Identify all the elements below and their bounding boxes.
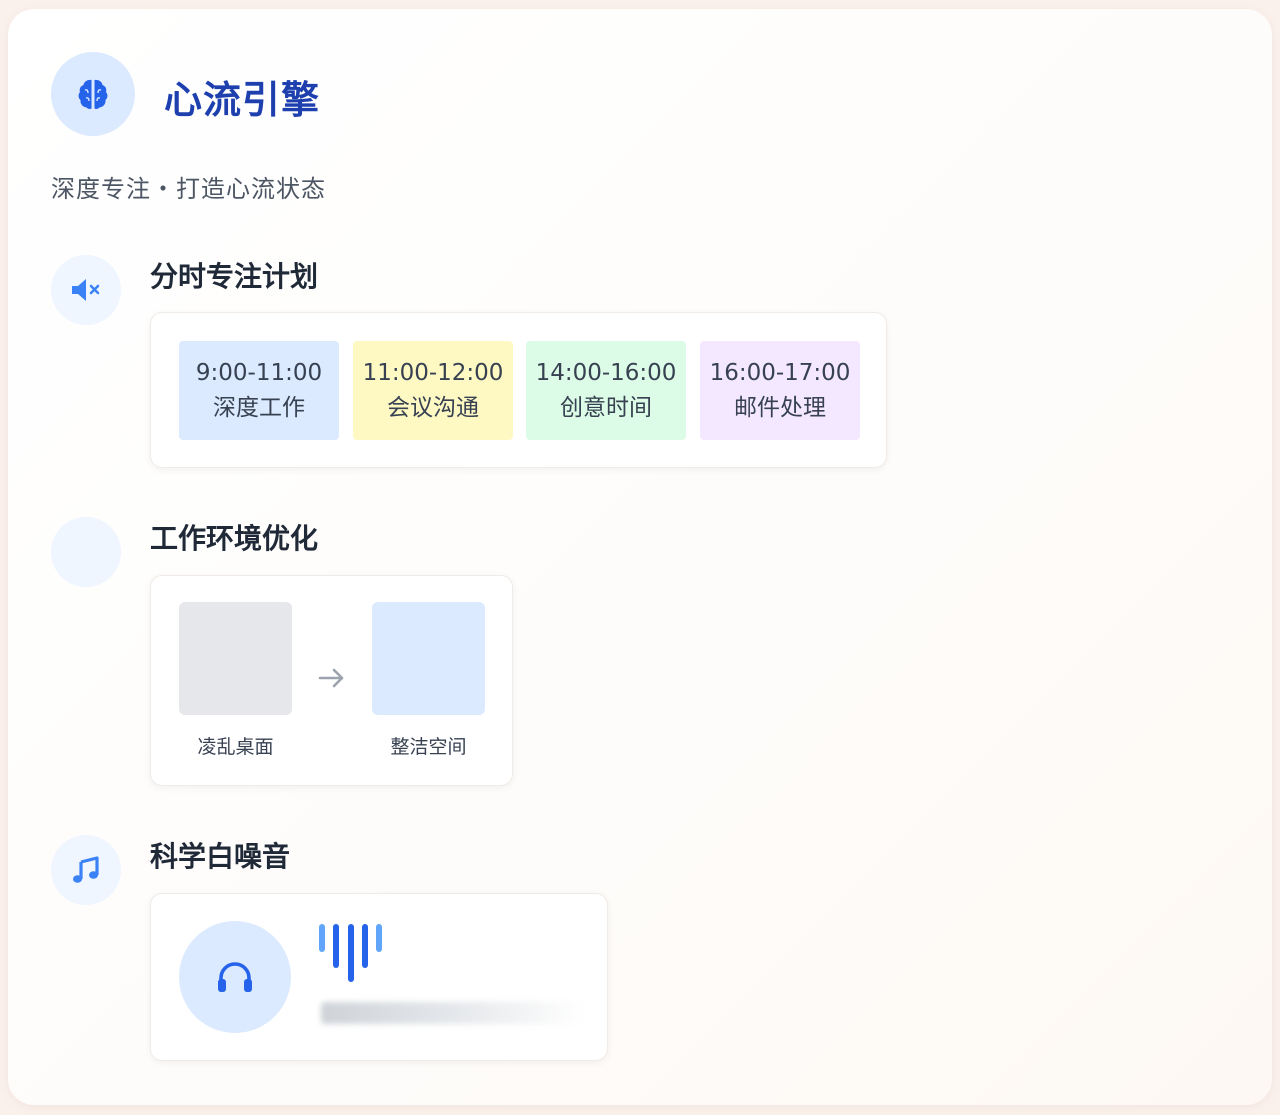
app-title: 心流引擎 [164,78,321,122]
schedule-title: 分时专注计划 [150,260,319,293]
cluttered-desk-image [179,602,292,715]
schedule-slot[interactable]: 9:00-11:00 深度工作 [179,341,339,440]
wave-bar [333,924,339,968]
main-card: 心流引擎 深度专注・打造心流状态 分时专注计划 9:00-11:00 深度工作 … [8,9,1272,1105]
wave-bar [348,924,354,982]
slot-label: 会议沟通 [387,394,479,421]
app-subtitle: 深度专注・打造心流状态 [51,175,326,203]
blurred-track-info [321,1002,583,1024]
schedule-section-icon [51,255,121,325]
schedule-panel: 9:00-11:00 深度工作 11:00-12:00 会议沟通 14:00-1… [150,312,887,468]
schedule-slot[interactable]: 11:00-12:00 会议沟通 [353,341,513,440]
arrow-right-icon [318,668,344,688]
environment-section-icon [51,517,121,587]
schedule-slot[interactable]: 14:00-16:00 创意时间 [526,341,686,440]
tidy-space-image [372,602,485,715]
wave-bar [319,924,325,952]
slot-label: 创意时间 [560,394,652,421]
schedule-slot[interactable]: 16:00-17:00 邮件处理 [700,341,860,440]
slot-time: 16:00-17:00 [709,359,851,386]
wave-bar [362,924,368,968]
slot-label: 邮件处理 [734,394,826,421]
before-label: 凌乱桌面 [197,736,274,758]
logo-badge [51,52,135,136]
slot-time: 11:00-12:00 [362,359,504,386]
noise-panel [150,893,608,1061]
wave-bar [376,924,382,952]
slot-time: 14:00-16:00 [535,359,677,386]
music-note-icon [73,856,99,883]
muted-speaker-icon [72,279,100,301]
noise-section-icon [51,835,121,905]
slot-label: 深度工作 [213,394,305,421]
slot-time: 9:00-11:00 [195,359,323,386]
sound-wave-icon [319,924,385,982]
after-label: 整洁空间 [390,736,467,758]
headphones-icon [218,962,252,992]
environment-panel: 凌乱桌面 整洁空间 [150,575,513,786]
play-noise-button[interactable] [179,921,291,1033]
environment-title: 工作环境优化 [150,522,319,555]
brain-icon [78,79,108,110]
noise-title: 科学白噪音 [150,840,291,873]
